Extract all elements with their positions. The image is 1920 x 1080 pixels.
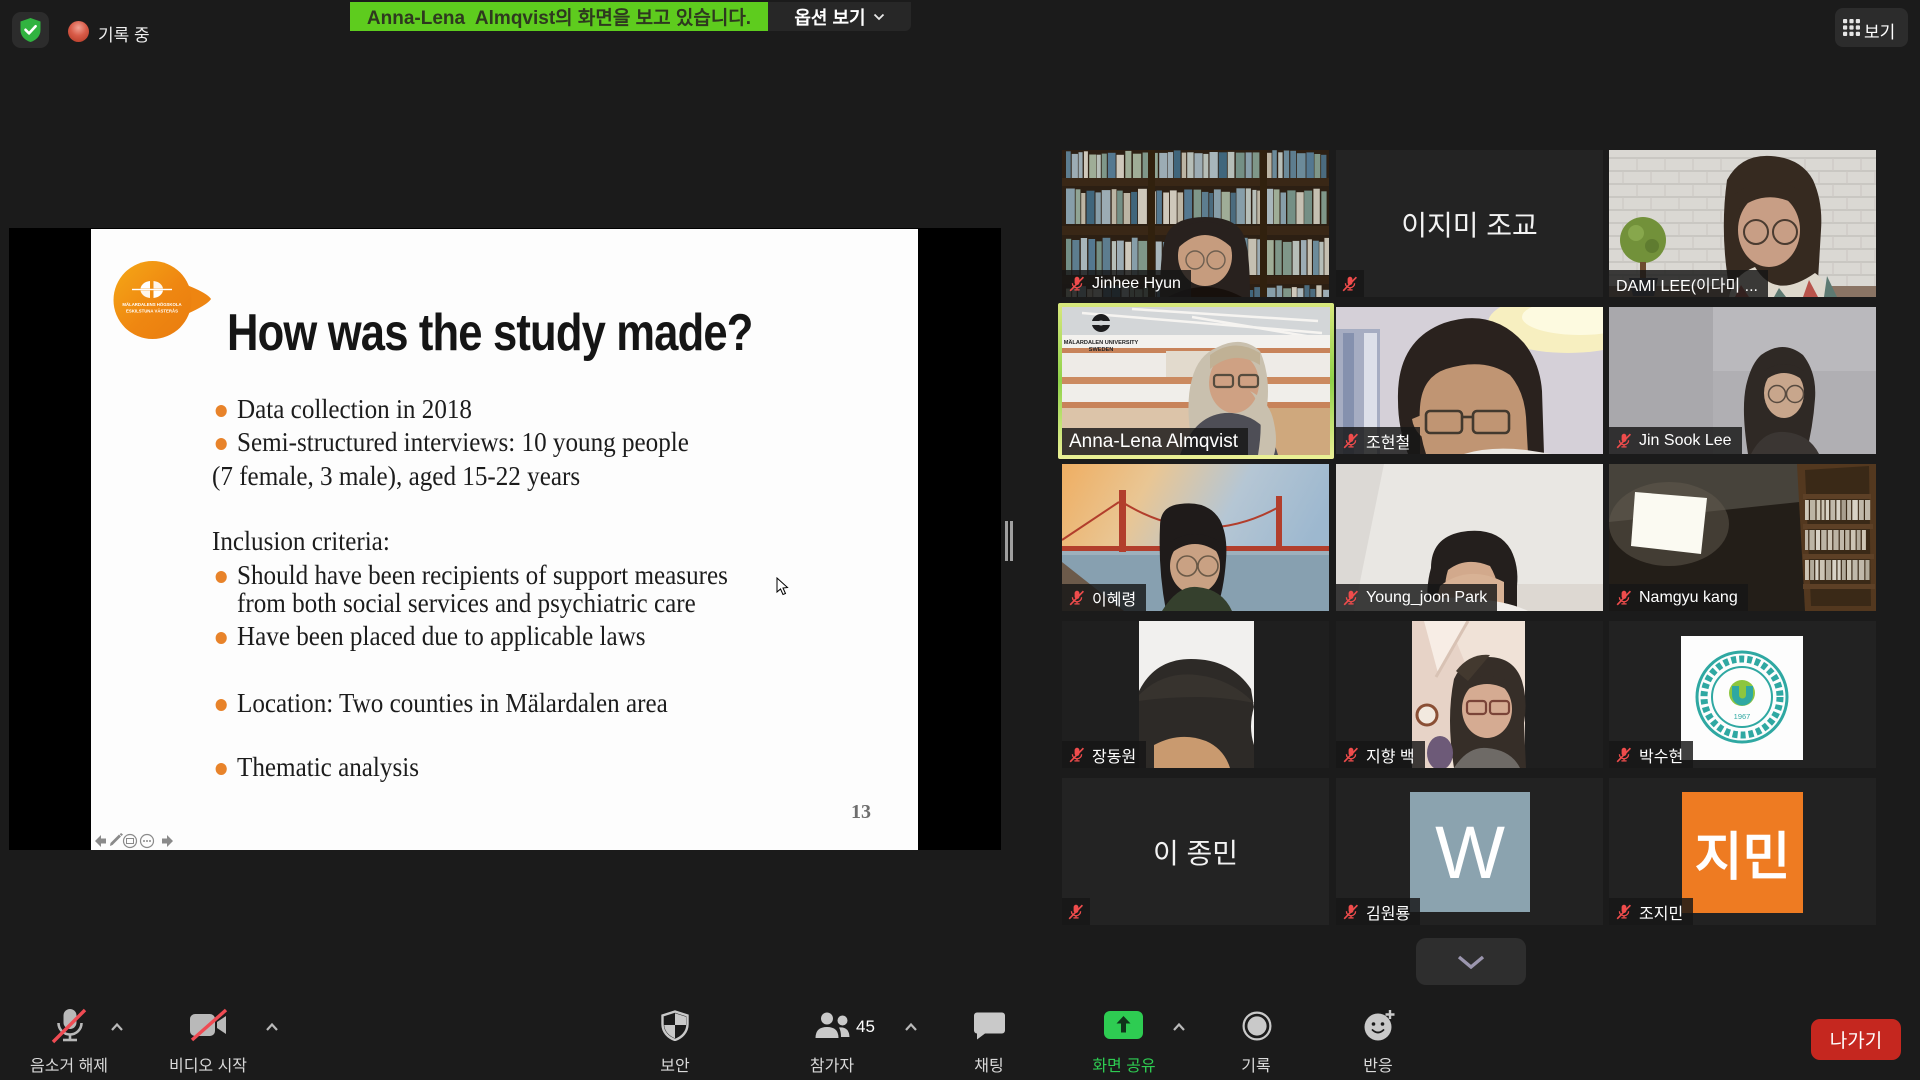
- svg-text:SWEDEN: SWEDEN: [1089, 347, 1114, 353]
- svg-text:MÄLARDALEN UNIVERSITY: MÄLARDALEN UNIVERSITY: [1064, 339, 1139, 346]
- svg-text:1967: 1967: [1734, 712, 1751, 721]
